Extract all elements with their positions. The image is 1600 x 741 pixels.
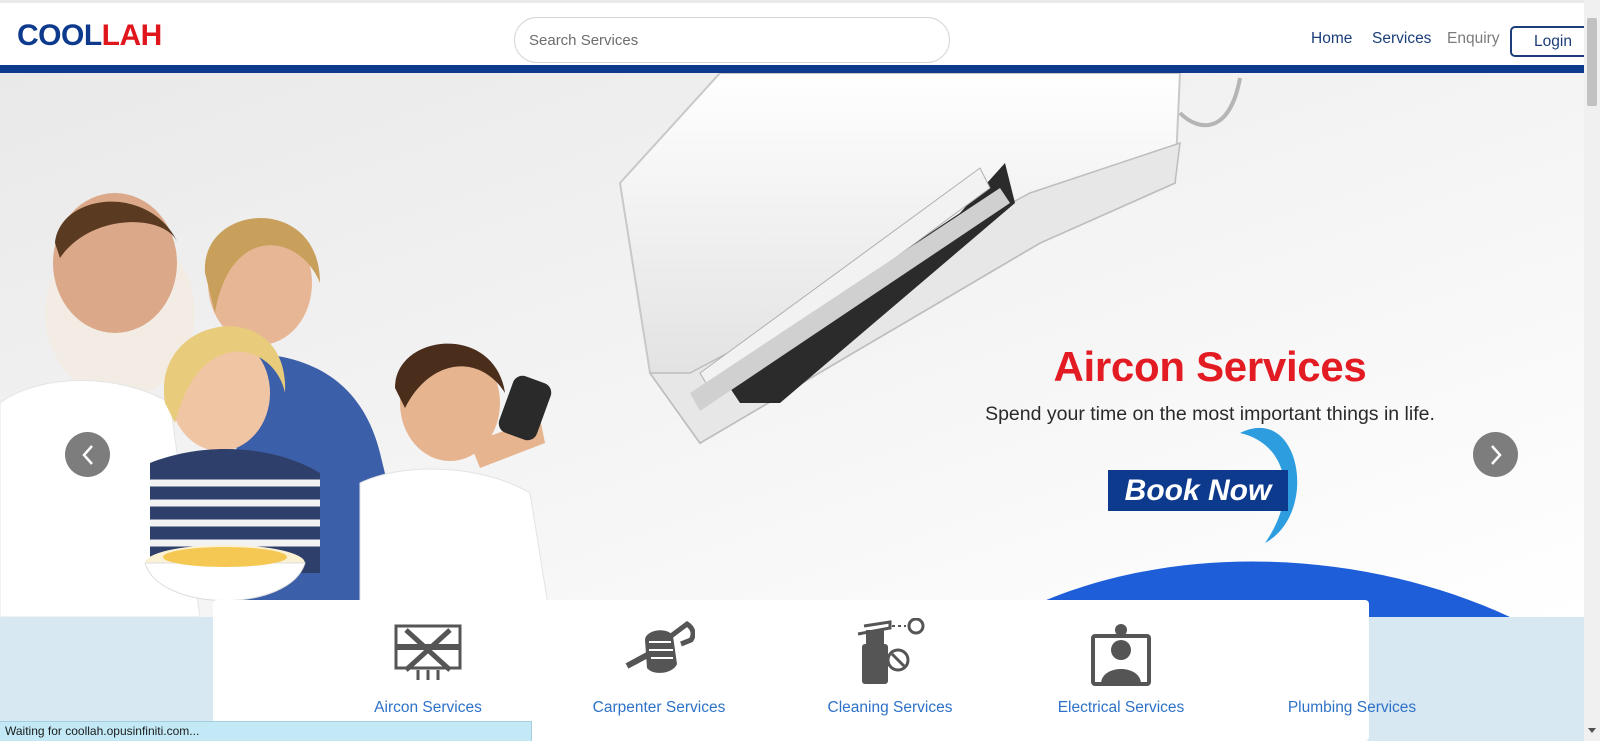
hero-title: Aircon Services xyxy=(1053,343,1367,390)
service-label-aircon: Aircon Services xyxy=(374,699,482,716)
hero-carousel: Aircon Services Spend your time on the m… xyxy=(0,73,1584,617)
service-item-cleaning[interactable]: Cleaning Services xyxy=(775,600,1005,741)
search-input[interactable] xyxy=(514,17,950,63)
logo-text-lah: LAH xyxy=(101,19,163,52)
coollah-logo[interactable]: COOLLAH xyxy=(17,21,162,51)
browser-status-bar: Waiting for coollah.opusinfiniti.com... xyxy=(0,721,532,741)
service-item-carpenter[interactable]: Carpenter Services xyxy=(544,600,774,741)
service-label-plumbing: Plumbing Services xyxy=(1287,699,1417,716)
chevron-left-icon xyxy=(81,444,95,466)
electrician-icon xyxy=(1085,618,1157,686)
service-label-cleaning: Cleaning Services xyxy=(827,699,953,716)
service-label-carpenter: Carpenter Services xyxy=(592,699,726,716)
book-now-button[interactable]: Book Now xyxy=(1108,470,1288,511)
hero-subtitle: Spend your time on the most important th… xyxy=(985,403,1435,425)
header-accent-stripe xyxy=(0,65,1584,73)
service-item-plumbing[interactable]: Plumbing Services xyxy=(1237,600,1467,741)
carousel-prev-button[interactable] xyxy=(65,432,110,477)
logo-text-cool: COOL xyxy=(17,19,102,52)
spray-bottle-icon xyxy=(854,617,926,686)
aircon-tools-icon xyxy=(392,618,464,686)
services-card: Aircon Services Carpenter Services Clean… xyxy=(213,600,1416,741)
scroll-down-arrow-icon[interactable] xyxy=(1588,728,1596,733)
service-item-aircon[interactable]: Aircon Services xyxy=(313,600,543,741)
top-nav-bar: COOLLAH Home Services Enquiry Login xyxy=(0,0,1596,65)
page-scrollbar[interactable] xyxy=(1584,0,1600,741)
service-item-electrical[interactable]: Electrical Services xyxy=(1006,600,1236,741)
chevron-right-icon xyxy=(1489,444,1503,466)
service-label-electrical: Electrical Services xyxy=(1057,699,1185,716)
nav-enquiry-link[interactable]: Enquiry xyxy=(1447,30,1500,48)
nav-services-link[interactable]: Services xyxy=(1372,30,1431,48)
scrollbar-thumb[interactable] xyxy=(1587,18,1597,106)
nav-home-link[interactable]: Home xyxy=(1311,30,1352,48)
fist-wrench-icon xyxy=(623,618,696,686)
carousel-next-button[interactable] xyxy=(1473,432,1518,477)
